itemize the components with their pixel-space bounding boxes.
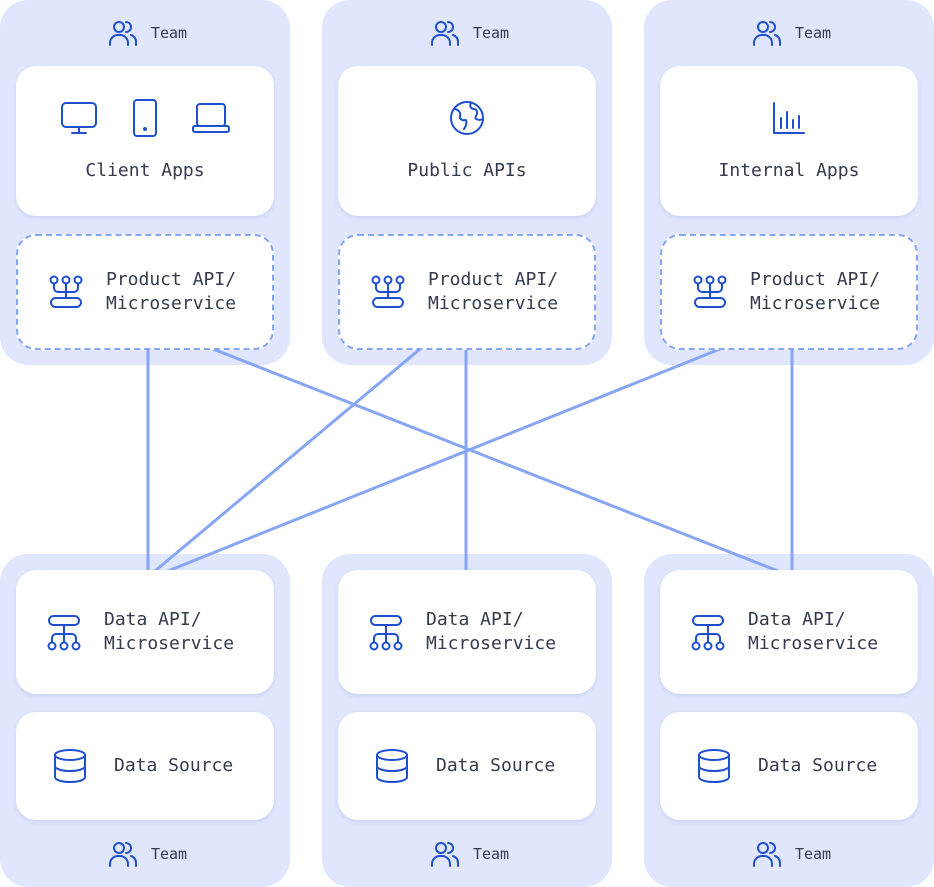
team-text: Team [150,845,188,863]
sitemap-icon [369,615,403,651]
connector-product-0-to-data-2 [212,347,779,573]
data-source-card: Data Source [16,712,274,820]
team-text: Team [794,24,832,42]
team-text: Team [150,24,188,42]
monitor-icon [61,102,97,134]
team-text: Team [472,24,510,42]
team-label-bottom: Team [646,838,934,870]
branch-icon [49,275,83,308]
bar-chart-icon [773,102,805,134]
connector-product-1-to-data-0 [154,347,421,573]
team-icon [752,842,781,867]
team-icon [752,21,781,46]
team-label-bottom: Team [2,838,292,870]
team-label-top: Team [646,17,934,49]
data-source-card: Data Source [660,712,918,820]
database-icon [54,749,86,783]
consumer-title: Client Apps [85,160,205,181]
product-api-label: Product API/ Microservice [106,269,237,314]
team-label-top: Team [324,17,614,49]
consumer-card: Client Apps [16,66,274,216]
data-api-label: Data API/ Microservice [748,609,879,654]
connector-product-2-to-data-0 [167,347,721,573]
database-icon [376,749,408,783]
data-api-label: Data API/ Microservice [104,609,235,654]
data-api-card: Data API/ Microservice [16,570,274,694]
branch-icon [693,275,727,308]
data-source-label: Data Source [114,755,234,776]
team-icon [108,21,137,46]
product-api-label: Product API/ Microservice [750,269,881,314]
consumer-card: Internal Apps [660,66,918,216]
globe-icon [450,101,484,135]
laptop-icon [192,103,230,133]
team-text: Team [794,845,832,863]
data-api-card: Data API/ Microservice [338,570,596,694]
data-api-card: Data API/ Microservice [660,570,918,694]
tablet-icon [133,99,157,137]
sitemap-icon [691,615,725,651]
product-api-card: Product API/ Microservice [16,234,274,350]
team-icon [430,842,459,867]
product-api-card: Product API/ Microservice [660,234,918,350]
team-label-top: Team [2,17,292,49]
sitemap-icon [47,615,81,651]
data-source-card: Data Source [338,712,596,820]
architecture-diagram: Team Client Apps Product API/ Microservi… [0,0,934,887]
product-api-label: Product API/ Microservice [428,269,559,314]
team-icon [430,21,459,46]
consumer-title: Public APIs [407,160,527,181]
branch-icon [371,275,405,308]
team-icon [108,842,137,867]
data-api-label: Data API/ Microservice [426,609,557,654]
team-label-bottom: Team [324,838,614,870]
database-icon [698,749,730,783]
product-api-card: Product API/ Microservice [338,234,596,350]
data-source-label: Data Source [758,755,878,776]
team-text: Team [472,845,510,863]
consumer-title: Internal Apps [718,160,860,181]
consumer-card: Public APIs [338,66,596,216]
data-source-label: Data Source [436,755,556,776]
